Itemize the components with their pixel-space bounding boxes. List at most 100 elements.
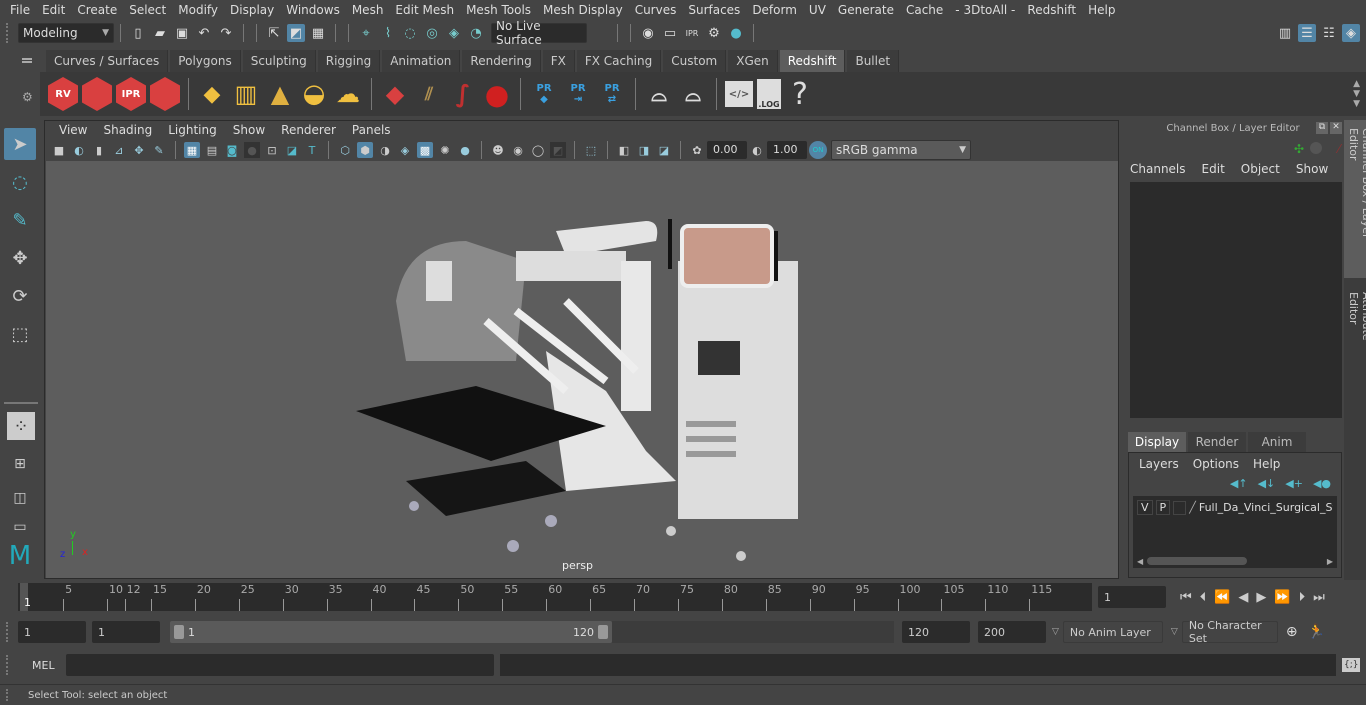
next-key-icon[interactable]: ⏩ [1274,590,1290,605]
step-back-key-icon[interactable]: ⏴ [1200,590,1207,605]
anim-layer-select[interactable]: No Anim Layer [1062,621,1163,643]
scale-tool-icon[interactable]: ⬚ [4,318,36,350]
menu-select[interactable]: Select [123,3,172,17]
shelf-tab-custom[interactable]: Custom [663,50,727,72]
move-tool-icon[interactable]: ✥ [4,242,36,274]
use-all-lights-icon[interactable]: ✺ [437,142,453,158]
rs-curve-icon[interactable]: ∫ [448,77,478,111]
tab-render[interactable]: Render [1188,432,1246,452]
shelf-menu-icon[interactable] [22,58,32,60]
open-scene-icon[interactable]: ▰ [151,24,169,42]
channel-menu-show[interactable]: Show [1296,162,1328,176]
safe-title-icon[interactable]: T [304,142,320,158]
paint-select-tool-icon[interactable]: ✎ [4,204,36,236]
menu-windows[interactable]: Windows [280,3,346,17]
channel-list[interactable] [1130,182,1342,418]
slash-icon[interactable]: ⁄ [1338,142,1340,156]
2d-pan-zoom-icon[interactable]: ✥ [131,142,147,158]
rs-hair-icon[interactable]: ⫽ [414,77,444,111]
new-layer-from-selection-icon[interactable]: ◀● [1313,477,1331,490]
tab-attribute-editor[interactable]: Attribute Editor [1344,284,1366,378]
grip-handle[interactable] [6,23,12,43]
menu-uv[interactable]: UV [803,3,832,17]
step-forward-key-icon[interactable]: ⏵ [1299,590,1306,605]
3d-viewport[interactable]: y z x persp [46,161,1118,578]
resolution-gate-icon[interactable]: ◙ [224,142,240,158]
playback-start-field[interactable]: 1 [92,621,160,643]
chevron-down-icon[interactable]: ▽ [1171,627,1178,637]
rs-baking-icon[interactable]: ⌓ [678,77,708,111]
motion-blur-icon[interactable]: ◉ [510,142,526,158]
playback-end-field[interactable]: 120 [902,621,970,643]
anim-start-field[interactable]: 1 [18,621,86,643]
shelf-tab-animation[interactable]: Animation [382,50,461,72]
smooth-shade-icon[interactable]: ⬢ [357,142,373,158]
camera-icon[interactable]: ■ [51,142,67,158]
undo-icon[interactable]: ↶ [195,24,213,42]
single-perspective-view-icon[interactable]: ⁘ [7,412,35,440]
rs-proxy-icon[interactable]: ◆ [380,77,410,111]
grease-pencil-icon[interactable]: ✎ [151,142,167,158]
image-plane-toggle-icon[interactable]: ◪ [656,142,672,158]
menu-mesh-tools[interactable]: Mesh Tools [460,3,537,17]
rs-proxy-export-icon[interactable]: PR ⇥ [563,77,593,111]
new-scene-icon[interactable]: ▯ [129,24,147,42]
mode-selector[interactable]: Modeling ▼ [18,23,114,43]
rs-portal-light-icon[interactable]: ▥ [231,77,261,111]
scrollbar-thumb[interactable] [1147,557,1248,565]
layer-name[interactable]: Full_Da_Vinci_Surgical_Sys [1199,501,1333,514]
scroll-left-icon[interactable]: ◀ [1137,557,1143,566]
color-swatch-icon[interactable]: ╱ [1189,501,1196,514]
render-current-icon[interactable]: ▭ [661,24,679,42]
rotate-tool-icon[interactable]: ⟳ [4,280,36,312]
rs-area-light-icon[interactable]: ◆ [197,77,227,111]
chevron-down-icon[interactable]: ▽ [1052,627,1059,637]
visibility-toggle[interactable]: V [1137,500,1153,515]
layer-row[interactable]: V P ╱ Full_Da_Vinci_Surgical_Sys [1133,496,1337,519]
live-surface-field[interactable]: No Live Surface [491,19,587,47]
shelf-settings-icon[interactable]: ⚙ [22,90,33,104]
panel-menu-renderer[interactable]: Renderer [273,123,344,137]
outliner-persp-layout-icon[interactable]: ◫ [4,482,36,514]
float-panel-icon[interactable]: ⧉ [1316,122,1328,134]
camera-attrs-icon[interactable]: ◐ [71,142,87,158]
rs-sphere-icon[interactable]: ● [482,77,512,111]
color-management-toggle[interactable]: ON [809,141,827,159]
menu-modify[interactable]: Modify [172,3,224,17]
shelf-scroll-arrows[interactable]: ▲ ▼ ▼ [1353,79,1360,109]
playback-toggle[interactable]: P [1155,500,1171,515]
select-hierarchy-icon[interactable]: ⇱ [265,24,283,42]
select-component-icon[interactable]: ▦ [309,24,327,42]
shelf-tab-rendering[interactable]: Rendering [462,50,541,72]
menu-redshift[interactable]: Redshift [1021,3,1082,17]
grid-icon[interactable]: ▦ [184,142,200,158]
menu-surfaces[interactable]: Surfaces [682,3,746,17]
channel-box-toggle-icon[interactable]: ◈ [1342,24,1360,42]
snap-live-icon[interactable]: ◔ [467,24,485,42]
ipr-render-icon[interactable]: IPR [683,24,701,42]
rs-baking-multi-icon[interactable]: ⌓ [644,77,674,111]
save-scene-icon[interactable]: ▣ [173,24,191,42]
shelf-tab-curves-surfaces[interactable]: Curves / Surfaces [46,50,169,72]
auto-key-icon[interactable]: ⊕ [1286,624,1298,640]
menu-mesh[interactable]: Mesh [346,3,390,17]
four-view-layout-icon[interactable]: ⊞ [4,448,36,480]
scroll-right-icon[interactable]: ▶ [1327,557,1333,566]
menu-help[interactable]: Help [1082,3,1121,17]
gamma-field[interactable]: 1.00 [767,141,807,159]
go-to-start-icon[interactable]: ⏮ [1180,590,1192,605]
play-forward-icon[interactable]: ▶ [1256,590,1266,605]
help-icon[interactable]: ? [785,77,815,112]
menu-cache[interactable]: Cache [900,3,949,17]
color-space-select[interactable]: sRGB gamma ▼ [831,140,971,160]
shelf-tab-rigging[interactable]: Rigging [317,50,381,72]
hypershade-icon[interactable]: ● [727,24,745,42]
anim-end-field[interactable]: 200 [978,621,1046,643]
select-object-icon[interactable]: ◩ [287,24,305,42]
render-settings-icon[interactable]: ⚙ [705,24,723,42]
rs-batch-render-icon[interactable] [82,77,112,111]
rs-proxy-swap-icon[interactable]: PR ⇄ [597,77,627,111]
panel-menu-view[interactable]: View [51,123,95,137]
rs-proxy-pr-icon[interactable]: PR ◆ [529,77,559,111]
layer-menu-help[interactable]: Help [1253,457,1280,471]
